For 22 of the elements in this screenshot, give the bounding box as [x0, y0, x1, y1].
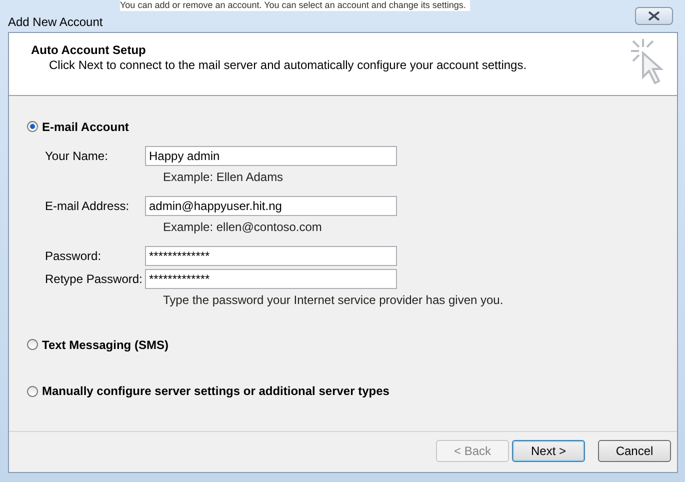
radio-option[interactable]: Manually configure server settings or additional server types — [27, 384, 390, 398]
close-button[interactable] — [635, 6, 673, 24]
window-title: Add New Account — [8, 14, 103, 28]
field-hint: Example: Ellen Adams — [163, 170, 284, 184]
field-label: Retype Password: — [45, 272, 144, 286]
close-icon — [648, 10, 660, 20]
input-field[interactable]: ************* — [145, 268, 397, 288]
field-hint: Example: ellen@contoso.com — [163, 220, 323, 234]
field-label: E-mail Address: — [45, 198, 130, 212]
background-window-text: You can add or remove an account. You can select an account and change its settings. — [120, 0, 470, 11]
radio-option[interactable]: E-mail Account — [27, 120, 129, 134]
dialog-button[interactable]: Cancel — [598, 440, 671, 462]
dialog-button[interactable]: Next > — [512, 440, 585, 462]
field-label: Your Name: — [45, 148, 109, 162]
input-field[interactable]: ************* — [145, 246, 397, 266]
radio-option[interactable]: Text Messaging (SMS) — [27, 338, 168, 352]
input-field[interactable]: Happy admin — [145, 146, 397, 166]
section-title: Auto Account Setup — [31, 43, 147, 58]
field-hint: Type the password your Internet service provider has given you. — [163, 292, 504, 306]
field-label: Password: — [45, 248, 102, 262]
section-description: Click Next to connect to the mail server and automatically configure your account settings. — [48, 58, 527, 73]
input-field[interactable]: admin@happyuser.hit.ng — [145, 196, 397, 216]
